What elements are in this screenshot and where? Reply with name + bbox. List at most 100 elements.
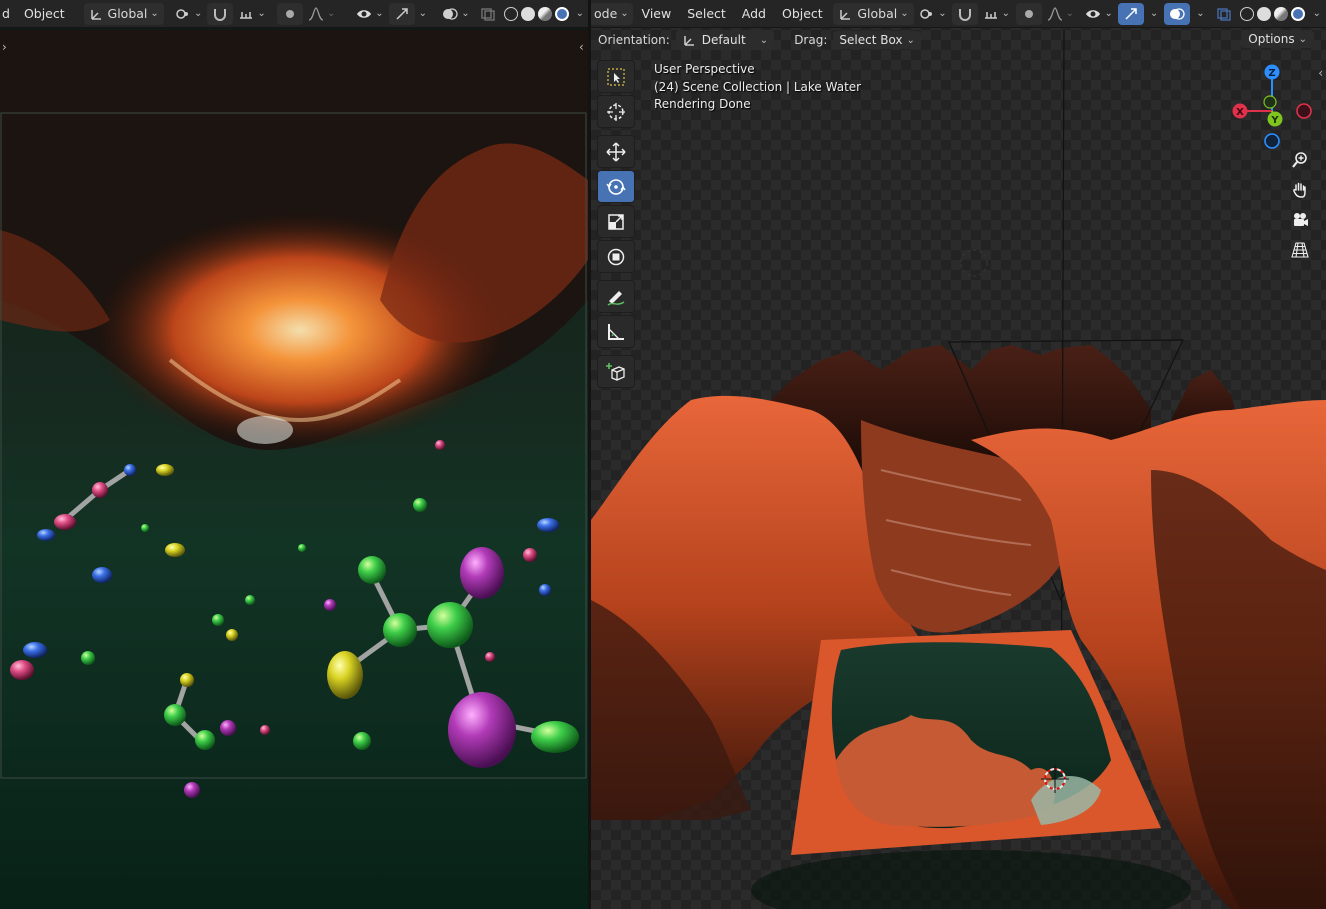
viewport-info-text: User Perspective (24) Scene Collection |… (654, 61, 861, 114)
left-collapse-arrow-icon[interactable]: ‹ (579, 40, 584, 54)
material-shading-icon[interactable] (537, 6, 552, 21)
view-menu[interactable]: View (634, 0, 680, 27)
falloff-curve-icon (308, 6, 324, 22)
tool-move[interactable] (597, 135, 635, 168)
chevron-down-icon[interactable]: ⌄ (415, 8, 431, 19)
drag-dropdown[interactable]: Select Box ⌄ (833, 31, 921, 49)
tool-measure[interactable] (597, 315, 635, 348)
select-menu[interactable]: Select (679, 0, 734, 27)
pivot-point-dropdown[interactable]: ⌄ (914, 3, 951, 25)
mode-dropdown[interactable]: ode ⌄ (591, 2, 633, 25)
falloff-dropdown[interactable]: ⌄ (1042, 3, 1079, 25)
proportional-edit-toggle[interactable] (1015, 2, 1042, 25)
chevron-down-icon: ⌄ (1001, 8, 1010, 19)
transform-orientation-dropdown[interactable]: Global ⌄ (833, 2, 914, 25)
proportional-edit-icon (1021, 6, 1037, 22)
chevron-down-icon: ⌄ (375, 8, 384, 19)
gizmo-toggle[interactable] (388, 2, 415, 25)
chevron-down-icon: ⌄ (1065, 8, 1074, 19)
navigation-gizmo[interactable]: Z X Y (1223, 60, 1313, 150)
tool-transform[interactable] (597, 240, 635, 273)
tool-settings-bar: Orientation: Default ⌄ Drag: Select Box … (591, 28, 1326, 52)
transform-orientation-dropdown[interactable]: Global ⌄ (83, 2, 164, 25)
chevron-down-icon: ⌄ (938, 8, 947, 19)
rendered-shading-icon[interactable] (554, 6, 569, 21)
snap-toggle[interactable] (207, 2, 234, 25)
snap-toggle[interactable] (951, 2, 978, 25)
overlays-toggle[interactable] (1164, 2, 1191, 25)
tool-cursor[interactable] (597, 95, 635, 128)
zoom-button[interactable] (1287, 146, 1313, 174)
chevron-down-icon: ⌄ (1298, 33, 1307, 45)
viewport-scene (591, 29, 1326, 909)
chevron-down-icon[interactable]: ⌄ (1308, 8, 1326, 19)
tool-scale[interactable] (597, 205, 635, 238)
viewport-3d[interactable]: ode ⌄ View Select Add Object Global ⌄ ⌄ … (591, 0, 1326, 909)
visibility-dropdown[interactable]: ⌄ (1080, 3, 1117, 25)
pivot-icon (919, 6, 935, 22)
gizmo-z-label: Z (1268, 68, 1275, 79)
tool-annotate[interactable] (597, 280, 635, 313)
visibility-dropdown[interactable]: ⌄ (351, 3, 388, 25)
gizmo-toggle[interactable] (1117, 2, 1144, 25)
camera-view-button[interactable] (1287, 206, 1313, 234)
chevron-down-icon[interactable]: ⌄ (1144, 8, 1164, 19)
magnet-icon (957, 6, 973, 22)
chevron-down-icon: ⌄ (461, 8, 470, 19)
eye-icon (356, 6, 372, 22)
grid-perspective-icon (1291, 242, 1309, 258)
gizmo-y-label: Y (1270, 115, 1279, 126)
object-menu[interactable]: Object (16, 0, 73, 27)
object-menu[interactable]: Object (774, 0, 831, 27)
orientation-icon (682, 32, 698, 48)
drag-label: Drag: (794, 33, 828, 47)
proportional-edit-toggle[interactable] (276, 2, 303, 25)
rotate-icon (606, 178, 626, 195)
select-box-icon (607, 67, 625, 86)
xray-toggle[interactable] (1211, 3, 1237, 25)
falloff-dropdown[interactable]: ⌄ (303, 3, 340, 25)
chevron-down-icon[interactable]: ⌄ (572, 8, 588, 19)
solid-shading-icon[interactable] (1256, 6, 1271, 21)
render-image (0, 0, 588, 909)
mode-menu-fragment[interactable]: d (0, 0, 16, 27)
solid-shading-icon[interactable] (520, 6, 535, 21)
xray-toggle[interactable] (475, 3, 501, 25)
sidebar-toggle-arrow-icon[interactable]: ‹ (1318, 66, 1323, 80)
gizmo-neg-y[interactable] (1263, 95, 1277, 109)
tool-add-cube[interactable] (597, 355, 635, 388)
left-editor-header: d Object Global ⌄ ⌄ ⌄ ⌄ ⌄ ⌄ ⌄ ⌄ (0, 0, 588, 28)
gizmo-neg-z[interactable] (1264, 133, 1280, 149)
chevron-down-icon[interactable]: ⌄ (1190, 8, 1210, 19)
chevron-down-icon: ⌄ (620, 8, 629, 19)
orientation-dropdown-value: Default (701, 33, 746, 47)
options-dropdown[interactable]: Options ⌄ (1241, 30, 1314, 48)
pivot-point-dropdown[interactable]: ⌄ (170, 3, 207, 25)
gizmo-neg-x[interactable] (1296, 103, 1312, 119)
wireframe-shading-icon[interactable] (503, 6, 518, 21)
tool-shelf (597, 60, 635, 390)
mode-value: ode (594, 6, 618, 21)
pan-button[interactable] (1287, 176, 1313, 204)
xray-icon (480, 6, 496, 22)
snap-target-dropdown[interactable]: ⌄ (233, 3, 270, 25)
left-expand-arrow-icon[interactable]: › (2, 40, 7, 54)
overlays-toggle[interactable]: ⌄ (437, 3, 474, 25)
snap-target-dropdown[interactable]: ⌄ (978, 3, 1015, 25)
chevron-down-icon: ⌄ (759, 34, 769, 46)
rendered-shading-icon[interactable] (1290, 6, 1305, 21)
orientation-icon (89, 6, 105, 22)
magnet-icon (212, 6, 228, 22)
tool-select-box[interactable] (597, 60, 635, 93)
render-preview-pane: › ‹ (0, 0, 588, 909)
perspective-toggle-button[interactable] (1287, 236, 1313, 264)
wireframe-shading-icon[interactable] (1239, 6, 1254, 21)
orientation-dropdown[interactable]: Default ⌄ (675, 30, 775, 50)
material-shading-icon[interactable] (1273, 6, 1288, 21)
tool-rotate[interactable] (597, 170, 635, 203)
zoom-icon (1292, 152, 1307, 168)
render-status-label: Rendering Done (654, 97, 751, 111)
collection-label: (24) Scene Collection | Lake Water (654, 79, 862, 94)
drag-dropdown-value: Select Box (839, 33, 903, 47)
add-menu[interactable]: Add (734, 0, 774, 27)
